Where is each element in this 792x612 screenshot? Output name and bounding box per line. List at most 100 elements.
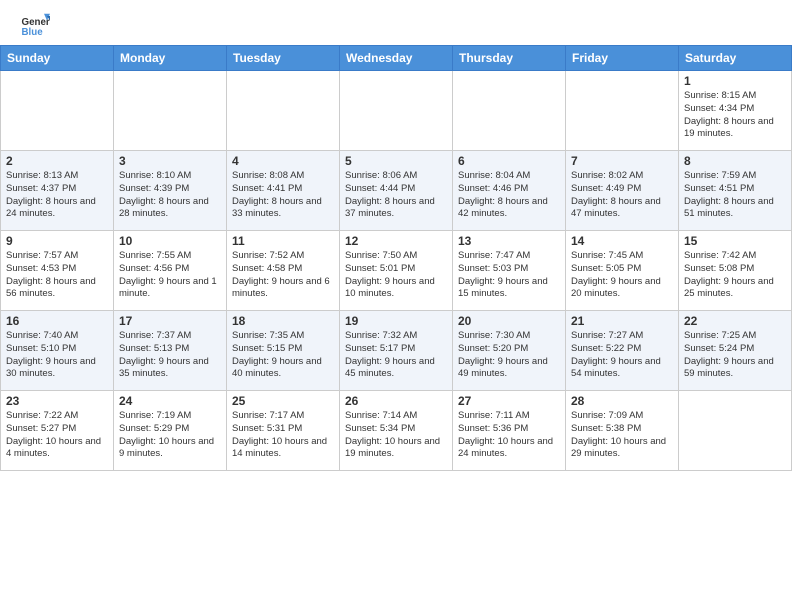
day-number: 16 bbox=[6, 314, 108, 328]
day-number: 19 bbox=[345, 314, 447, 328]
day-info: Sunrise: 7:11 AM Sunset: 5:36 PM Dayligh… bbox=[458, 410, 560, 461]
calendar-cell: 22 Sunrise: 7:25 AM Sunset: 5:24 PM Dayli… bbox=[679, 311, 792, 391]
calendar-cell bbox=[453, 71, 566, 151]
day-info: Sunrise: 7:52 AM Sunset: 4:58 PM Dayligh… bbox=[232, 250, 334, 301]
weekday-tuesday: Tuesday bbox=[227, 46, 340, 71]
day-info: Sunrise: 7:14 AM Sunset: 5:34 PM Dayligh… bbox=[345, 410, 447, 461]
calendar-cell bbox=[340, 71, 453, 151]
day-info: Sunrise: 7:22 AM Sunset: 5:27 PM Dayligh… bbox=[6, 410, 108, 461]
calendar-cell: 1 Sunrise: 8:15 AM Sunset: 4:34 PM Daylig… bbox=[679, 71, 792, 151]
calendar-cell bbox=[679, 391, 792, 471]
day-number: 24 bbox=[119, 394, 221, 408]
day-info: Sunrise: 8:10 AM Sunset: 4:39 PM Dayligh… bbox=[119, 170, 221, 221]
calendar-cell: 2Sunrise: 8:13 AM Sunset: 4:37 PM Daylig… bbox=[1, 151, 114, 231]
day-info: Sunrise: 7:25 AM Sunset: 5:24 PM Dayligh… bbox=[684, 330, 786, 381]
calendar-cell: 5Sunrise: 8:06 AM Sunset: 4:44 PM Daylig… bbox=[340, 151, 453, 231]
weekday-wednesday: Wednesday bbox=[340, 46, 453, 71]
calendar-cell bbox=[227, 71, 340, 151]
calendar-cell: 9 Sunrise: 7:57 AM Sunset: 4:53 PM Daylig… bbox=[1, 231, 114, 311]
day-number: 25 bbox=[232, 394, 334, 408]
calendar-cell: 14 Sunrise: 7:45 AM Sunset: 5:05 PM Dayli… bbox=[566, 231, 679, 311]
calendar-table: SundayMondayTuesdayWednesdayThursdayFrid… bbox=[0, 45, 792, 471]
logo-icon: General Blue bbox=[20, 10, 50, 40]
day-number: 13 bbox=[458, 234, 560, 248]
day-number: 1 bbox=[684, 74, 786, 88]
calendar-cell: 11 Sunrise: 7:52 AM Sunset: 4:58 PM Dayli… bbox=[227, 231, 340, 311]
logo: General Blue bbox=[20, 10, 52, 40]
day-number: 7 bbox=[571, 154, 673, 168]
day-number: 9 bbox=[6, 234, 108, 248]
day-info: Sunrise: 7:55 AM Sunset: 4:56 PM Dayligh… bbox=[119, 250, 221, 301]
day-info: Sunrise: 7:37 AM Sunset: 5:13 PM Dayligh… bbox=[119, 330, 221, 381]
day-number: 20 bbox=[458, 314, 560, 328]
calendar-cell: 26Sunrise: 7:14 AM Sunset: 5:34 PM Dayli… bbox=[340, 391, 453, 471]
day-info: Sunrise: 7:09 AM Sunset: 5:38 PM Dayligh… bbox=[571, 410, 673, 461]
day-info: Sunrise: 8:02 AM Sunset: 4:49 PM Dayligh… bbox=[571, 170, 673, 221]
calendar-cell: 25 Sunrise: 7:17 AM Sunset: 5:31 PM Dayli… bbox=[227, 391, 340, 471]
calendar-cell: 23 Sunrise: 7:22 AM Sunset: 5:27 PM Dayli… bbox=[1, 391, 114, 471]
day-info: Sunrise: 8:04 AM Sunset: 4:46 PM Dayligh… bbox=[458, 170, 560, 221]
day-number: 10 bbox=[119, 234, 221, 248]
weekday-header-row: SundayMondayTuesdayWednesdayThursdayFrid… bbox=[1, 46, 792, 71]
day-info: Sunrise: 7:32 AM Sunset: 5:17 PM Dayligh… bbox=[345, 330, 447, 381]
day-info: Sunrise: 7:27 AM Sunset: 5:22 PM Dayligh… bbox=[571, 330, 673, 381]
calendar-cell: 7 Sunrise: 8:02 AM Sunset: 4:49 PM Daylig… bbox=[566, 151, 679, 231]
calendar-cell: 27 Sunrise: 7:11 AM Sunset: 5:36 PM Dayli… bbox=[453, 391, 566, 471]
calendar-week-2: 2Sunrise: 8:13 AM Sunset: 4:37 PM Daylig… bbox=[1, 151, 792, 231]
day-number: 6 bbox=[458, 154, 560, 168]
day-info: Sunrise: 7:47 AM Sunset: 5:03 PM Dayligh… bbox=[458, 250, 560, 301]
day-number: 5 bbox=[345, 154, 447, 168]
day-number: 28 bbox=[571, 394, 673, 408]
day-info: Sunrise: 8:13 AM Sunset: 4:37 PM Dayligh… bbox=[6, 170, 108, 221]
day-info: Sunrise: 7:35 AM Sunset: 5:15 PM Dayligh… bbox=[232, 330, 334, 381]
calendar-week-4: 16 Sunrise: 7:40 AM Sunset: 5:10 PM Dayli… bbox=[1, 311, 792, 391]
calendar-cell: 21 Sunrise: 7:27 AM Sunset: 5:22 PM Dayli… bbox=[566, 311, 679, 391]
day-info: Sunrise: 7:45 AM Sunset: 5:05 PM Dayligh… bbox=[571, 250, 673, 301]
day-number: 21 bbox=[571, 314, 673, 328]
calendar-cell: 19 Sunrise: 7:32 AM Sunset: 5:17 PM Dayli… bbox=[340, 311, 453, 391]
day-info: Sunrise: 7:42 AM Sunset: 5:08 PM Dayligh… bbox=[684, 250, 786, 301]
weekday-sunday: Sunday bbox=[1, 46, 114, 71]
calendar-cell: 17 Sunrise: 7:37 AM Sunset: 5:13 PM Dayli… bbox=[114, 311, 227, 391]
calendar-cell: 3 Sunrise: 8:10 AM Sunset: 4:39 PM Daylig… bbox=[114, 151, 227, 231]
weekday-thursday: Thursday bbox=[453, 46, 566, 71]
day-info: Sunrise: 7:30 AM Sunset: 5:20 PM Dayligh… bbox=[458, 330, 560, 381]
calendar-cell: 24 Sunrise: 7:19 AM Sunset: 5:29 PM Dayli… bbox=[114, 391, 227, 471]
day-number: 3 bbox=[119, 154, 221, 168]
calendar-cell bbox=[566, 71, 679, 151]
day-number: 17 bbox=[119, 314, 221, 328]
calendar-cell: 12Sunrise: 7:50 AM Sunset: 5:01 PM Dayli… bbox=[340, 231, 453, 311]
weekday-monday: Monday bbox=[114, 46, 227, 71]
day-number: 22 bbox=[684, 314, 786, 328]
day-info: Sunrise: 7:19 AM Sunset: 5:29 PM Dayligh… bbox=[119, 410, 221, 461]
page-header: General Blue bbox=[0, 0, 792, 45]
weekday-friday: Friday bbox=[566, 46, 679, 71]
calendar-cell: 16 Sunrise: 7:40 AM Sunset: 5:10 PM Dayli… bbox=[1, 311, 114, 391]
calendar-cell: 15 Sunrise: 7:42 AM Sunset: 5:08 PM Dayli… bbox=[679, 231, 792, 311]
day-info: Sunrise: 8:08 AM Sunset: 4:41 PM Dayligh… bbox=[232, 170, 334, 221]
day-info: Sunrise: 7:57 AM Sunset: 4:53 PM Dayligh… bbox=[6, 250, 108, 301]
calendar-cell: 13 Sunrise: 7:47 AM Sunset: 5:03 PM Dayli… bbox=[453, 231, 566, 311]
svg-text:Blue: Blue bbox=[22, 27, 44, 38]
day-number: 14 bbox=[571, 234, 673, 248]
calendar-cell bbox=[1, 71, 114, 151]
calendar-week-5: 23 Sunrise: 7:22 AM Sunset: 5:27 PM Dayli… bbox=[1, 391, 792, 471]
day-number: 23 bbox=[6, 394, 108, 408]
calendar-cell bbox=[114, 71, 227, 151]
day-number: 15 bbox=[684, 234, 786, 248]
calendar-cell: 10 Sunrise: 7:55 AM Sunset: 4:56 PM Dayli… bbox=[114, 231, 227, 311]
day-info: Sunrise: 7:40 AM Sunset: 5:10 PM Dayligh… bbox=[6, 330, 108, 381]
day-info: Sunrise: 7:59 AM Sunset: 4:51 PM Dayligh… bbox=[684, 170, 786, 221]
calendar-cell: 18 Sunrise: 7:35 AM Sunset: 5:15 PM Dayli… bbox=[227, 311, 340, 391]
day-number: 27 bbox=[458, 394, 560, 408]
day-number: 4 bbox=[232, 154, 334, 168]
calendar-week-3: 9 Sunrise: 7:57 AM Sunset: 4:53 PM Daylig… bbox=[1, 231, 792, 311]
day-info: Sunrise: 8:15 AM Sunset: 4:34 PM Dayligh… bbox=[684, 90, 786, 141]
calendar-cell: 6 Sunrise: 8:04 AM Sunset: 4:46 PM Daylig… bbox=[453, 151, 566, 231]
calendar-week-1: 1 Sunrise: 8:15 AM Sunset: 4:34 PM Daylig… bbox=[1, 71, 792, 151]
calendar-cell: 8Sunrise: 7:59 AM Sunset: 4:51 PM Daylig… bbox=[679, 151, 792, 231]
calendar-cell: 20 Sunrise: 7:30 AM Sunset: 5:20 PM Dayli… bbox=[453, 311, 566, 391]
day-number: 18 bbox=[232, 314, 334, 328]
day-number: 11 bbox=[232, 234, 334, 248]
day-info: Sunrise: 7:17 AM Sunset: 5:31 PM Dayligh… bbox=[232, 410, 334, 461]
